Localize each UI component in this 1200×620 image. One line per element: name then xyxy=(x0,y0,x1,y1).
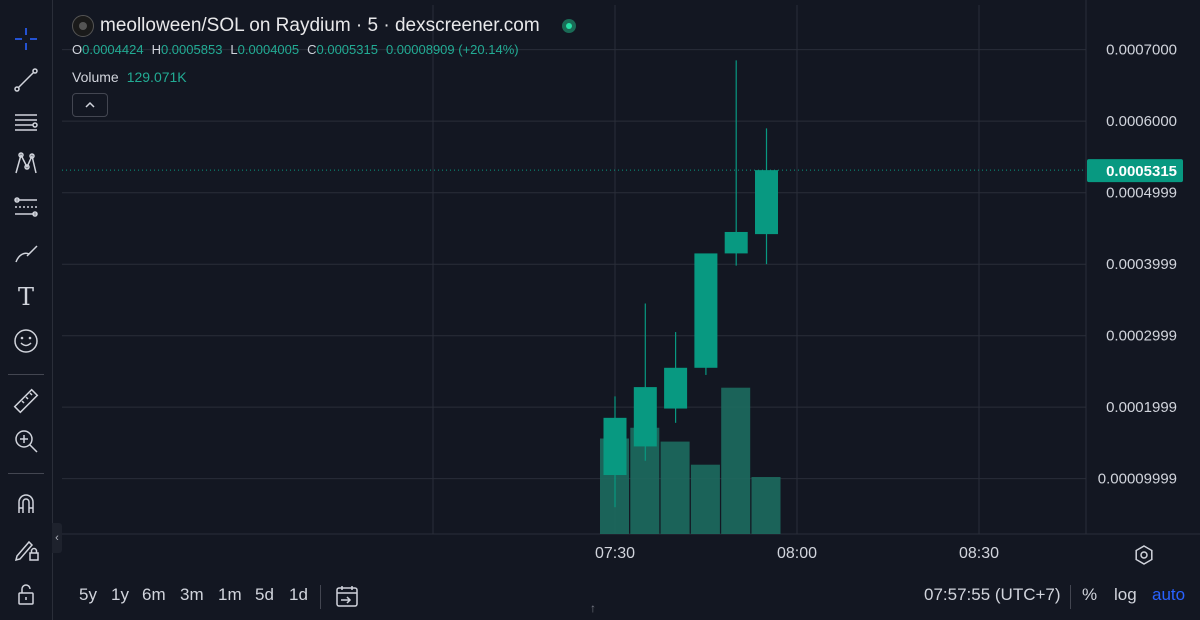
price-tick-label: 0.0007000 xyxy=(1106,42,1177,59)
range-6m-button[interactable]: 6m xyxy=(142,585,166,605)
open-value: 0.0004424 xyxy=(82,42,144,57)
volume-bar xyxy=(660,441,690,534)
percent-scale-button[interactable]: % xyxy=(1082,585,1097,605)
price-tick-label: 0.0001999 xyxy=(1106,399,1177,416)
price-tick-label: 0.0002999 xyxy=(1106,328,1177,345)
range-1y-button[interactable]: 1y xyxy=(111,585,129,605)
candles xyxy=(603,60,778,508)
timezone-clock[interactable]: 07:57:55 (UTC+7) xyxy=(924,585,1061,605)
chart-legend: meolloween/SOL on Raydium · 5 · dexscree… xyxy=(72,12,576,85)
high-key: H xyxy=(151,42,161,57)
volume-label: Volume xyxy=(72,69,119,85)
low-key: L xyxy=(230,42,238,57)
go-to-date-icon[interactable] xyxy=(334,583,360,609)
log-scale-button[interactable]: log xyxy=(1114,585,1137,605)
price-tick-label: 0.0003999 xyxy=(1106,256,1177,273)
volume-bar xyxy=(751,477,781,534)
candle-body xyxy=(755,170,778,235)
time-tick-label: 08:00 xyxy=(777,545,817,562)
current-price-label: 0.0005315 xyxy=(1106,163,1177,180)
volume-legend: Volume 129.071K xyxy=(72,69,576,85)
scroll-up-indicator[interactable]: ↑ xyxy=(590,601,596,615)
range-3m-button[interactable]: 3m xyxy=(180,585,204,605)
candle-body xyxy=(664,367,688,409)
change-value: 0.00008909 (+20.14%) xyxy=(385,42,519,57)
market-open-indicator xyxy=(561,19,576,33)
open-key: O xyxy=(72,42,83,57)
volume-bar xyxy=(690,464,720,534)
volume-bar xyxy=(721,387,751,534)
legend-collapse-button[interactable] xyxy=(72,93,108,117)
time-tick-label: 08:30 xyxy=(959,545,999,562)
token-avatar xyxy=(72,15,94,37)
range-5d-button[interactable]: 5d xyxy=(255,585,274,605)
price-chart[interactable]: 0.0007000 0.0006000 0.0004999 0.0003999 0.00… xyxy=(0,0,1200,620)
price-tick-label: 0.0004999 xyxy=(1106,185,1177,202)
price-tick-label: 0.0006000 xyxy=(1106,113,1177,130)
high-value: 0.0005853 xyxy=(160,42,223,57)
range-1m-button[interactable]: 1m xyxy=(218,585,242,605)
range-5y-button[interactable]: 5y xyxy=(79,585,97,605)
candle-body xyxy=(694,253,718,368)
bottom-divider xyxy=(320,585,321,609)
close-value: 0.0005315 xyxy=(316,42,378,57)
time-tick-label: 07:30 xyxy=(595,545,635,562)
candle-body xyxy=(724,231,748,254)
volume-bars xyxy=(600,387,781,534)
close-key: C xyxy=(307,42,317,57)
chevron-up-icon xyxy=(85,101,95,108)
range-1d-button[interactable]: 1d xyxy=(289,585,308,605)
chart-settings-icon[interactable] xyxy=(1133,544,1155,566)
candle-body xyxy=(603,417,627,476)
ohlc-values: O 0.0004424 H 0.0005853 L 0.0004005 C 0.0005… xyxy=(72,42,576,57)
symbol-title[interactable]: meolloween/SOL on Raydium · 5 · dexscree… xyxy=(100,15,540,37)
low-value: 0.0004005 xyxy=(237,42,300,57)
price-axis[interactable]: 0.0007000 0.0006000 0.0004999 0.0003999 0.00… xyxy=(1087,42,1183,488)
bottom-divider xyxy=(1070,585,1071,609)
time-axis[interactable]: 07:30 08:00 08:30 xyxy=(595,545,999,562)
auto-scale-button[interactable]: auto xyxy=(1152,585,1185,605)
price-tick-label: 0.00009999 xyxy=(1098,471,1177,488)
bottom-toolbar: 5y 1y 6m 3m 1m 5d 1d 07:57:55 (UTC+7) % … xyxy=(62,575,1200,620)
candle-body xyxy=(633,387,657,447)
volume-value: 129.071K xyxy=(126,69,187,85)
